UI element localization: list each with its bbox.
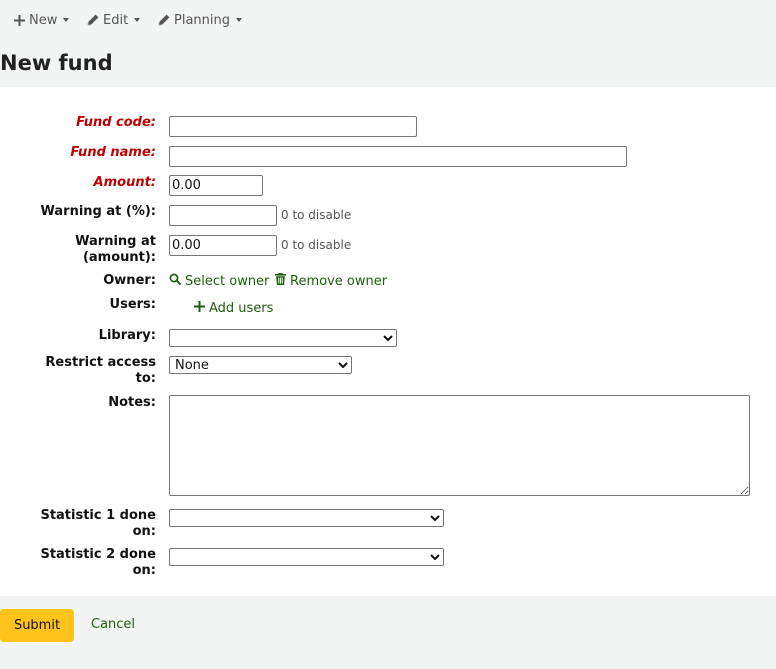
- warning-percent-label: Warning at (%):: [40, 204, 156, 219]
- statistic1-select[interactable]: [169, 509, 444, 527]
- warning-amount-label-line1: Warning at: [75, 234, 156, 249]
- remove-owner-label: Remove owner: [290, 273, 388, 289]
- warning-amount-label-line2: (amount):: [82, 250, 156, 265]
- trash-icon: [275, 273, 286, 289]
- planning-label: Planning: [174, 12, 230, 28]
- restrict-access-select[interactable]: None: [169, 356, 352, 374]
- submit-button[interactable]: Submit: [0, 609, 74, 642]
- restrict-access-label: Restrict access to:: [6, 355, 156, 387]
- warning-amount-input[interactable]: [169, 235, 277, 256]
- page-title: New fund: [0, 51, 113, 75]
- restrict-access-label-line1: Restrict access: [45, 355, 156, 370]
- new-dropdown-button[interactable]: New: [14, 11, 70, 29]
- planning-dropdown-button[interactable]: Planning: [158, 11, 242, 29]
- new-label: New: [29, 12, 58, 28]
- warning-amount-label: Warning at (amount):: [6, 234, 156, 266]
- fund-code-label: Fund code:: [76, 115, 156, 130]
- statistic1-label-line1: Statistic 1 done: [40, 508, 156, 523]
- restrict-access-label-line2: to:: [135, 371, 156, 386]
- users-label: Users:: [109, 297, 156, 312]
- statistic1-label-line2: on:: [132, 524, 156, 539]
- fund-name-input[interactable]: [169, 146, 627, 167]
- caret-down-icon: [63, 18, 70, 22]
- add-users-label: Add users: [209, 301, 274, 316]
- select-owner-link[interactable]: Select owner: [169, 273, 269, 289]
- library-label: Library:: [98, 328, 156, 343]
- notes-textarea[interactable]: [169, 395, 750, 496]
- fund-code-input[interactable]: [169, 116, 417, 137]
- warning-percent-input[interactable]: [169, 205, 277, 226]
- amount-input[interactable]: [169, 175, 263, 196]
- caret-down-icon: [236, 18, 242, 22]
- statistic2-select[interactable]: [169, 548, 444, 566]
- fund-name-label: Fund name:: [70, 145, 156, 160]
- library-select[interactable]: [169, 329, 397, 347]
- owner-label: Owner:: [103, 273, 156, 288]
- amount-label: Amount:: [93, 175, 156, 190]
- warning-percent-hint: 0 to disable: [281, 208, 352, 222]
- statistic2-label: Statistic 2 done on:: [6, 547, 156, 579]
- cancel-link[interactable]: Cancel: [91, 617, 135, 632]
- notes-label: Notes:: [108, 395, 156, 410]
- add-users-link[interactable]: Add users: [194, 301, 273, 316]
- warning-amount-hint: 0 to disable: [281, 238, 352, 252]
- edit-label: Edit: [103, 12, 129, 28]
- pencil-icon: [158, 14, 170, 26]
- search-icon: [169, 273, 181, 289]
- caret-down-icon: [134, 18, 141, 22]
- plus-icon: [194, 301, 205, 316]
- select-owner-label: Select owner: [185, 273, 270, 289]
- plus-icon: [14, 14, 25, 26]
- toolbar: New Edit Planning: [0, 0, 776, 40]
- statistic2-label-line1: Statistic 2 done: [40, 547, 156, 562]
- edit-dropdown-button[interactable]: Edit: [87, 11, 141, 29]
- statistic2-label-line2: on:: [132, 563, 156, 578]
- remove-owner-link[interactable]: Remove owner: [275, 273, 387, 289]
- statistic1-label: Statistic 1 done on:: [6, 508, 156, 540]
- pencil-icon: [87, 14, 99, 26]
